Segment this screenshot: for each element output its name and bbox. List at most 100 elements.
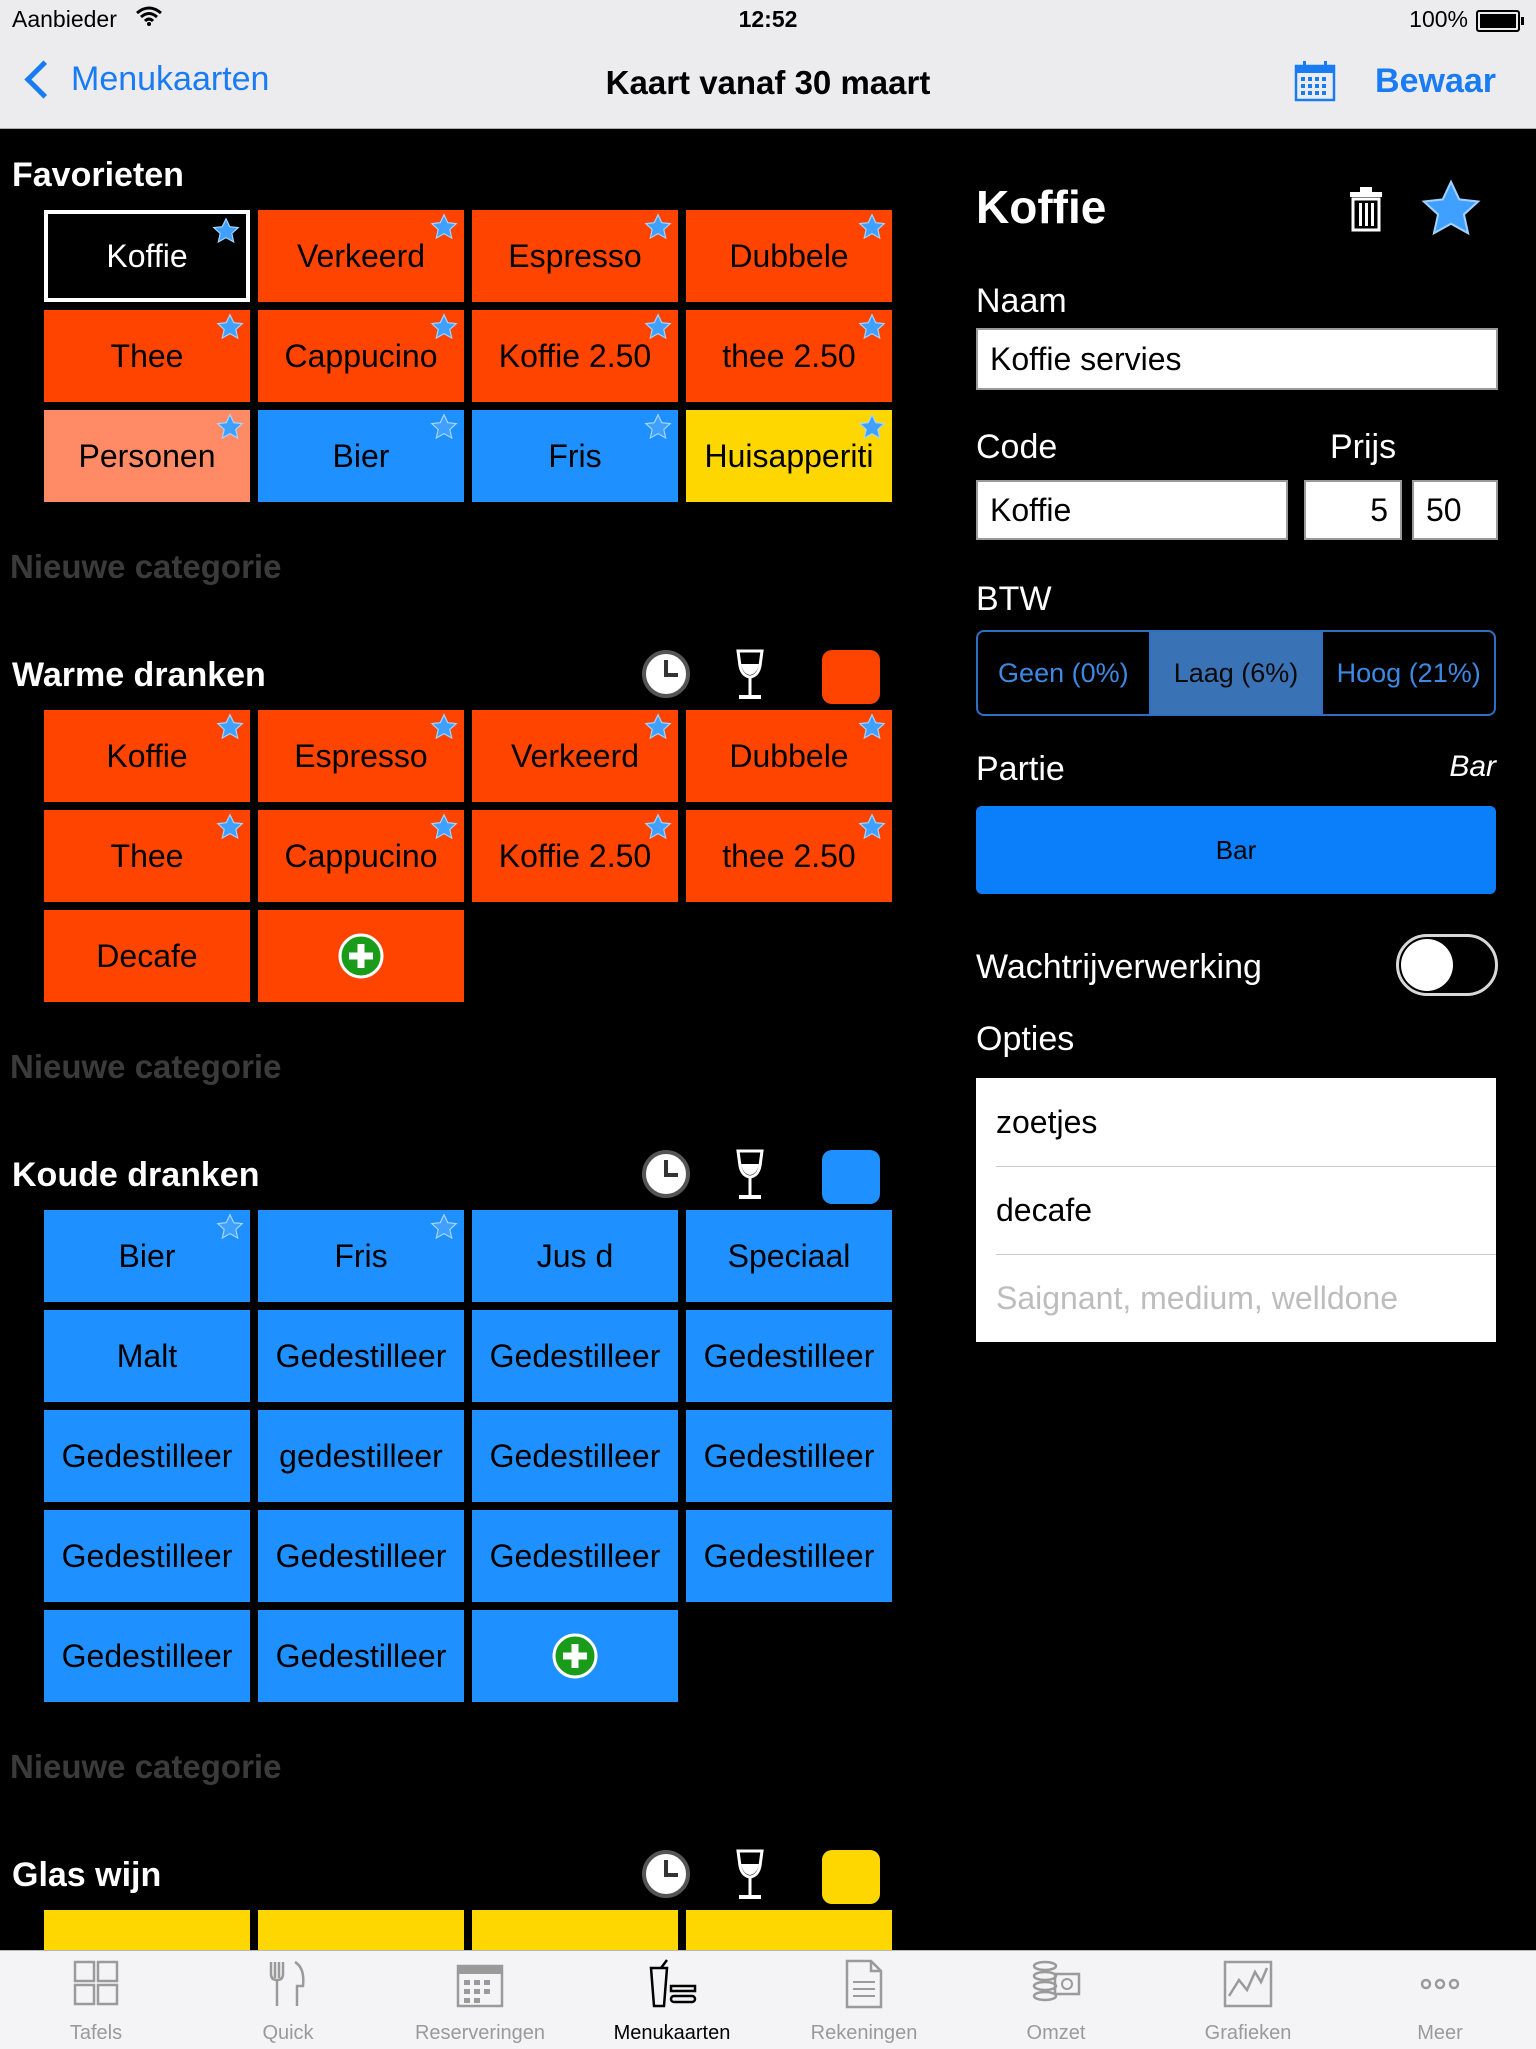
menu-item-tile[interactable]: Jus d — [472, 1210, 678, 1302]
btw-option-geen[interactable]: Geen (0%) — [978, 632, 1149, 714]
btw-option-hoog[interactable]: Hoog (21%) — [1321, 632, 1494, 714]
clock-icon[interactable] — [640, 648, 692, 700]
tab-grafieken[interactable]: Grafieken — [1152, 1951, 1344, 2049]
favorite-star-icon — [212, 216, 240, 244]
menu-item-tile[interactable]: Gedestilleer — [472, 1410, 678, 1502]
category-color-swatch[interactable] — [822, 1850, 880, 1904]
menu-item-tile[interactable]: Gedestilleer — [686, 1410, 892, 1502]
menu-item-tile[interactable]: Espresso — [472, 210, 678, 302]
menu-item-tile[interactable]: Personen — [44, 410, 250, 502]
wine-glass-icon[interactable] — [730, 648, 770, 702]
menu-item-tile[interactable]: Fris — [472, 410, 678, 502]
menu-item-tile[interactable]: thee 2.50 — [686, 810, 892, 902]
menu-item-label: Gedestilleer — [703, 1537, 875, 1574]
favorite-star-icon — [858, 312, 886, 340]
menu-item-label: Thee — [110, 837, 184, 874]
tables-icon — [69, 1958, 123, 2022]
category-color-swatch[interactable] — [822, 650, 880, 704]
menu-item-tile[interactable]: Verkeerd — [258, 210, 464, 302]
category-title: Warme dranken — [12, 656, 266, 694]
menu-item-tile[interactable]: Dubbele — [686, 210, 892, 302]
favorite-star-icon — [858, 712, 886, 740]
menu-item-tile[interactable]: Dubbele — [686, 710, 892, 802]
favorite-star-icon — [216, 812, 244, 840]
favorite-star-icon — [430, 412, 458, 440]
trash-icon[interactable] — [1348, 186, 1384, 232]
naam-field[interactable]: Koffie servies — [976, 328, 1498, 390]
menu-item-tile[interactable]: Fris — [258, 1210, 464, 1302]
menu-item-label: Personen — [78, 437, 216, 474]
tab-omzet[interactable]: Omzet — [960, 1951, 1152, 2049]
clock-icon[interactable] — [640, 1148, 692, 1200]
tab-tafels[interactable]: Tafels — [0, 1951, 192, 2049]
menu-item-tile[interactable]: thee 2.50 — [686, 310, 892, 402]
menu-item-tile[interactable]: Gedestilleer — [472, 1310, 678, 1402]
tab-reserveringen[interactable]: Reserveringen — [384, 1951, 576, 2049]
menu-item-tile[interactable]: Koffie — [44, 210, 250, 302]
wine-glass-icon[interactable] — [730, 1148, 770, 1202]
option-item[interactable]: decafe — [996, 1166, 1496, 1255]
menu-item-tile[interactable]: Cappucino — [258, 810, 464, 902]
menu-item-tile[interactable]: Koffie — [44, 710, 250, 802]
menu-item-tile[interactable]: Speciaal — [686, 1210, 892, 1302]
new-category-button[interactable]: Nieuwe categorie — [10, 1048, 281, 1086]
tab-quick[interactable]: Quick — [192, 1951, 384, 2049]
queue-toggle[interactable] — [1396, 934, 1498, 996]
menu-item-label: Huisapperiti — [704, 437, 874, 474]
menu-item-tile[interactable]: Gedestilleer — [686, 1310, 892, 1402]
menu-item-tile[interactable]: Gedestilleer — [44, 1410, 250, 1502]
price-cent-field[interactable]: 50 — [1412, 480, 1498, 540]
menu-item-tile[interactable]: Gedestilleer — [44, 1610, 250, 1702]
menu-item-tile[interactable]: Gedestilleer — [686, 1510, 892, 1602]
clock-icon[interactable] — [640, 1848, 692, 1900]
menu-item-tile[interactable] — [44, 1910, 250, 1950]
add-circle-icon — [338, 933, 384, 979]
code-field[interactable]: Koffie — [976, 480, 1288, 540]
tab-rekeningen[interactable]: Rekeningen — [768, 1951, 960, 2049]
menu-item-tile[interactable]: Cappucino — [258, 310, 464, 402]
tab-meer[interactable]: Meer — [1344, 1951, 1536, 2049]
menu-item-tile[interactable]: Gedestilleer — [258, 1310, 464, 1402]
menu-item-tile[interactable]: Bier — [44, 1210, 250, 1302]
option-new-input[interactable]: Saignant, medium, welldone — [996, 1254, 1496, 1342]
menu-item-tile[interactable] — [472, 1910, 678, 1950]
menu-item-label: Fris — [548, 437, 602, 474]
favorite-star-icon — [644, 412, 672, 440]
add-item-button[interactable] — [472, 1610, 678, 1702]
menu-item-tile[interactable]: Decafe — [44, 910, 250, 1002]
tab-label: Reserveringen — [414, 2022, 546, 2044]
menu-item-label: thee 2.50 — [722, 837, 856, 874]
menu-item-tile[interactable]: Koffie 2.50 — [472, 810, 678, 902]
menu-item-tile[interactable]: Thee — [44, 810, 250, 902]
category-color-swatch[interactable] — [822, 1150, 880, 1204]
wine-glass-icon[interactable] — [730, 1848, 770, 1902]
menu-item-tile[interactable]: Verkeerd — [472, 710, 678, 802]
menu-item-tile[interactable]: Malt — [44, 1310, 250, 1402]
new-category-button[interactable]: Nieuwe categorie — [10, 548, 281, 586]
favorite-star-icon[interactable] — [1418, 178, 1484, 240]
menu-item-label: Fris — [334, 1237, 388, 1274]
tab-menukaarten[interactable]: Menukaarten — [576, 1951, 768, 2049]
menu-item-tile[interactable]: Thee — [44, 310, 250, 402]
new-category-button[interactable]: Nieuwe categorie — [10, 1748, 281, 1786]
price-euro-field[interactable]: 5 — [1304, 480, 1402, 540]
menu-item-tile[interactable]: Gedestilleer — [258, 1610, 464, 1702]
menu-item-tile[interactable]: Koffie 2.50 — [472, 310, 678, 402]
partie-button[interactable]: Bar — [976, 806, 1496, 894]
menu-item-tile[interactable]: Gedestilleer — [44, 1510, 250, 1602]
menu-item-tile[interactable]: Bier — [258, 410, 464, 502]
save-button[interactable]: Bewaar — [1375, 62, 1496, 101]
menu-item-tile[interactable]: Gedestilleer — [258, 1510, 464, 1602]
calendar-icon[interactable] — [1294, 60, 1336, 102]
menu-item-tile[interactable]: gedestilleer — [258, 1410, 464, 1502]
menu-item-tile[interactable] — [686, 1910, 892, 1950]
option-item[interactable]: zoetjes — [996, 1078, 1496, 1167]
menu-item-label: Cappucino — [284, 837, 438, 874]
code-label: Code — [976, 428, 1058, 466]
menu-item-tile[interactable]: Espresso — [258, 710, 464, 802]
menu-item-tile[interactable] — [258, 1910, 464, 1950]
add-item-button[interactable] — [258, 910, 464, 1002]
btw-option-laag[interactable]: Laag (6%) — [1148, 632, 1322, 714]
menu-item-tile[interactable]: Gedestilleer — [472, 1510, 678, 1602]
menu-item-tile[interactable]: Huisapperiti — [686, 410, 892, 502]
